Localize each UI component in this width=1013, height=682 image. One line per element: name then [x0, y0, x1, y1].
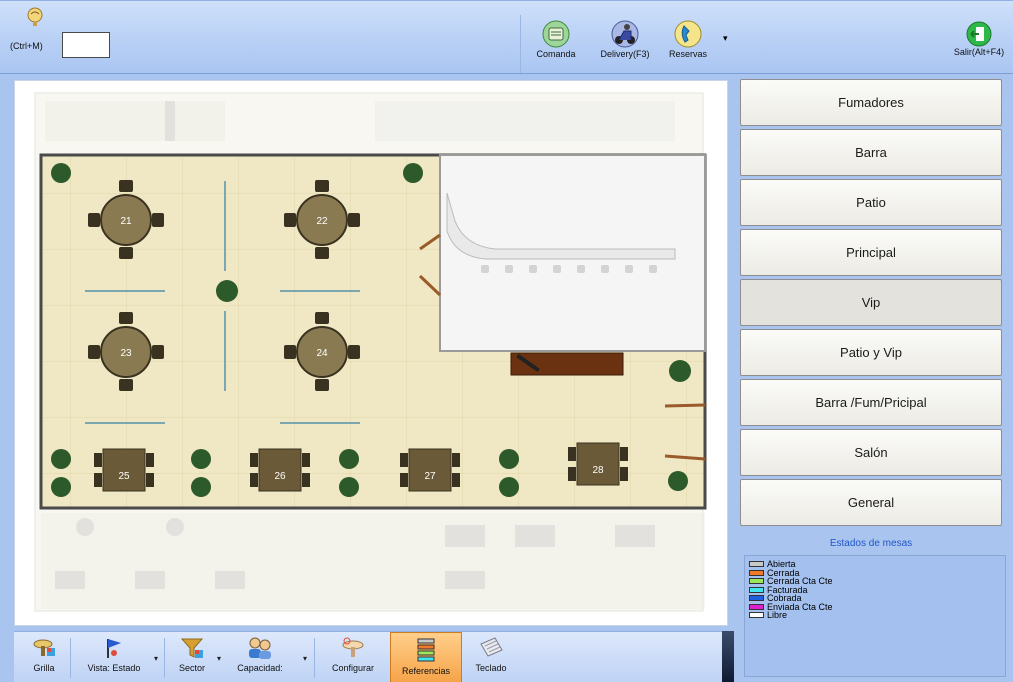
flag-icon: [107, 639, 121, 658]
bottom-toolbar: Grilla Vista: Estado ▾ Sector ▾ Capacida…: [14, 631, 722, 682]
comanda-icon: [542, 20, 570, 48]
vista-label: Vista: Estado: [87, 663, 141, 673]
capacidad-label: Capacidad:: [237, 663, 283, 673]
grilla-label: Grilla: [33, 663, 55, 673]
legend-swatch: [749, 595, 764, 602]
referencias-label: Referencias: [401, 666, 451, 676]
legend-item: Libre: [749, 611, 1005, 620]
shortcut-label: (Ctrl+M): [10, 41, 43, 51]
grid-table-icon: [33, 639, 55, 656]
table-26[interactable]: 26: [250, 448, 310, 492]
teclado-label: Teclado: [475, 663, 507, 673]
legend-item: Enviada Cta Cte: [749, 602, 1005, 611]
toolbar-separator: [314, 638, 315, 678]
legend-swatch: [749, 612, 764, 619]
comanda-label: Comanda: [536, 49, 576, 59]
sector-principal-button[interactable]: Principal: [740, 229, 1002, 276]
capacidad-dropdown-arrow[interactable]: ▾: [303, 654, 307, 663]
reservas-dropdown-arrow[interactable]: ▾: [723, 33, 728, 44]
grilla-button[interactable]: Grilla: [22, 632, 66, 682]
legend-swatch: [749, 578, 764, 585]
toolbar-overflow-handle[interactable]: [722, 631, 734, 682]
keyboard-icon: [480, 637, 503, 657]
funnel-filter-icon: [180, 638, 204, 658]
configurar-button[interactable]: Configurar: [322, 632, 384, 682]
configurar-label: Configurar: [331, 663, 375, 673]
waiter-bell-icon: [27, 7, 43, 26]
reservas-label: Reservas: [668, 49, 707, 59]
sector-fumadores-button[interactable]: Fumadores: [740, 79, 1002, 126]
table-25[interactable]: 25: [94, 448, 154, 492]
estados-legend: Abierta Cerrada Cerrada Cta Cte Facturad…: [744, 555, 1006, 677]
people-icon: [249, 637, 271, 659]
color-references-icon: [417, 638, 435, 662]
legend-label: Libre: [767, 610, 788, 621]
sector-barra-button[interactable]: Barra: [740, 129, 1002, 176]
teclado-button[interactable]: Teclado: [468, 632, 514, 682]
sector-barra-fum-principal-button[interactable]: Barra /Fum/Pricipal: [740, 379, 1002, 426]
table-config-icon: [342, 637, 364, 657]
referencias-button[interactable]: Referencias: [390, 632, 462, 682]
table-number: 25: [118, 471, 130, 482]
delivery-label: Delivery(F3): [600, 49, 650, 59]
estados-title: Estados de mesas: [829, 538, 913, 549]
table-28[interactable]: 28: [568, 442, 628, 486]
exit-door-icon: [966, 21, 992, 47]
toolbar-separator: [164, 638, 165, 678]
table-number: 24: [316, 348, 328, 359]
toolbar-divider: [520, 15, 521, 73]
sector-vip-button[interactable]: Vip: [740, 279, 1002, 326]
sector-salon-button[interactable]: Salón: [740, 429, 1002, 476]
sector-label: Sector: [178, 663, 205, 673]
legend-swatch: [749, 603, 764, 610]
table-27[interactable]: 27: [400, 448, 460, 492]
sector-patio-y-vip-button[interactable]: Patio y Vip: [740, 329, 1002, 376]
table-number: 23: [120, 348, 132, 359]
sector-button[interactable]: Sector: [172, 632, 212, 682]
sector-dropdown-arrow[interactable]: ▾: [217, 654, 221, 663]
exit-label: Salir(Alt+F4): [953, 47, 1005, 57]
sector-list: Fumadores Barra Patio Principal Vip Pati…: [740, 79, 1010, 529]
capacidad-button[interactable]: Capacidad:: [230, 632, 290, 682]
legend-swatch: [749, 561, 764, 568]
table-number: 27: [424, 471, 436, 482]
comanda-button[interactable]: Comanda: [530, 19, 582, 59]
floor-plan-canvas: 21 22 23 24 25 26 27 28: [34, 92, 707, 612]
table-number: 26: [274, 471, 286, 482]
table-number: 22: [316, 216, 328, 227]
delivery-scooter-icon: [611, 20, 639, 48]
table-number: 28: [592, 465, 604, 476]
sector-patio-button[interactable]: Patio: [740, 179, 1002, 226]
toolbar-separator: [70, 638, 71, 678]
legend-swatch: [749, 586, 764, 593]
sector-general-button[interactable]: General: [740, 479, 1002, 526]
top-toolbar: (Ctrl+M) Comanda Delivery(F3) Reservas ▾: [0, 0, 1013, 74]
reservas-button[interactable]: Reservas: [664, 19, 712, 59]
vista-button[interactable]: Vista: Estado: [76, 632, 152, 682]
vista-dropdown-arrow[interactable]: ▾: [154, 654, 158, 663]
command-input[interactable]: [62, 32, 110, 58]
phone-icon: [674, 20, 702, 48]
waiter-button[interactable]: (Ctrl+M): [10, 7, 60, 51]
delivery-button[interactable]: Delivery(F3): [590, 19, 660, 59]
table-number: 21: [120, 216, 132, 227]
legend-swatch: [749, 569, 764, 576]
floor-plan: 21 22 23 24 25 26 27 28: [14, 80, 728, 626]
exit-button[interactable]: Salir(Alt+F4): [950, 21, 1008, 57]
